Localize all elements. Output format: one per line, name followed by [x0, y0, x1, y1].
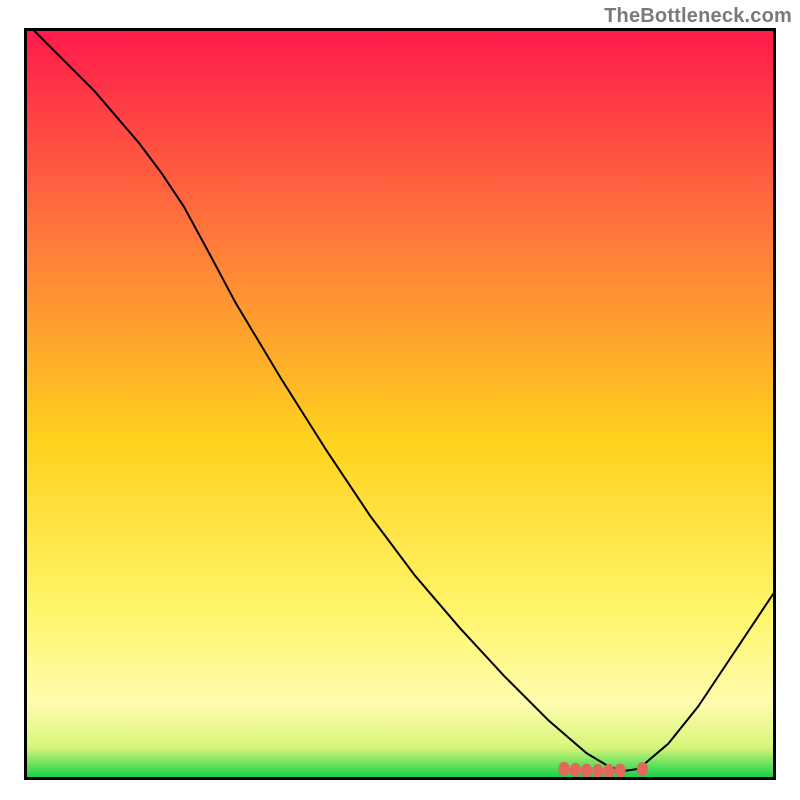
optimal-point-marker	[559, 762, 570, 776]
optimal-point-marker	[570, 763, 581, 777]
watermark-text: TheBottleneck.com	[604, 4, 792, 28]
plot-area	[24, 28, 776, 780]
optimal-point-marker	[637, 762, 648, 776]
chart-svg	[27, 31, 773, 777]
